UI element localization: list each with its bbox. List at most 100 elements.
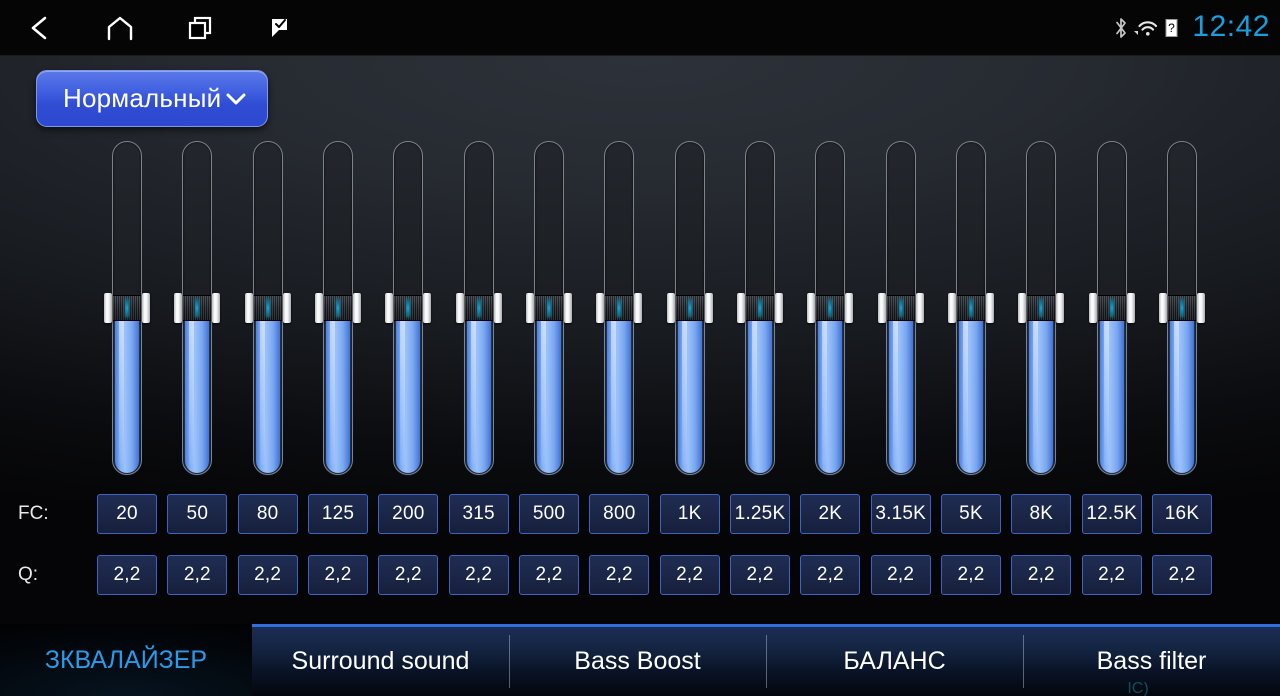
slider-thumb[interactable]: [174, 293, 221, 323]
fc-value-box[interactable]: 1.25K: [730, 494, 790, 534]
slider-thumb[interactable]: [1159, 293, 1205, 323]
slider-thumb-cap-right: [775, 293, 783, 323]
slider-thumb[interactable]: [104, 293, 150, 323]
tab-surround-sound[interactable]: Surround sound: [252, 624, 509, 696]
fc-value-box[interactable]: 12.5K: [1081, 494, 1142, 534]
q-value-box[interactable]: 2,2: [589, 555, 650, 595]
q-value-box[interactable]: 2,2: [448, 555, 509, 595]
band-slider[interactable]: [455, 141, 502, 475]
slider-thumb-cap-right: [564, 293, 572, 323]
fc-value-box[interactable]: 125: [308, 494, 368, 534]
slider-fill: [255, 306, 280, 473]
band-slider[interactable]: [666, 141, 713, 475]
fc-value-box[interactable]: 2K: [800, 494, 861, 534]
fc-value-box[interactable]: 1K: [659, 494, 720, 534]
slider-thumb-grip: [746, 295, 774, 321]
q-value-box[interactable]: 2,2: [519, 555, 579, 595]
tab-bass-filter[interactable]: Bass filter: [1023, 624, 1280, 696]
fc-row: FC: 20 50 80 125 200 315 500 800 1K 1.25K 2K 3.15K 5…: [0, 494, 1280, 534]
q-value-box[interactable]: 2,2: [800, 555, 861, 595]
fc-row-label: FC:: [18, 503, 49, 524]
slider-thumb[interactable]: [948, 293, 994, 323]
preset-dropdown-button[interactable]: Нормальный: [36, 70, 269, 127]
slider-thumb-cap-right: [423, 293, 432, 323]
q-value-box[interactable]: 2,2: [659, 555, 720, 595]
tab-balance[interactable]: БАЛАНС: [766, 624, 1023, 696]
slider-thumb[interactable]: [315, 293, 361, 323]
status-bar: ? 12:42: [0, 0, 1280, 56]
tab-bass-boost[interactable]: Bass Boost: [509, 624, 766, 696]
band-slider[interactable]: [1159, 141, 1205, 475]
q-value-box[interactable]: 2,2: [1152, 555, 1212, 595]
recents-icon[interactable]: [160, 0, 240, 56]
band-slider[interactable]: [244, 141, 291, 475]
slider-thumb[interactable]: [877, 293, 924, 323]
band-slider[interactable]: [315, 141, 361, 475]
tab-label: БАЛАНС: [843, 647, 946, 675]
band-slider[interactable]: [596, 141, 643, 475]
slider-thumb[interactable]: [596, 293, 643, 323]
slider-thumb[interactable]: [455, 293, 502, 323]
fc-value-box[interactable]: 500: [519, 494, 579, 534]
fc-value-box[interactable]: 800: [589, 494, 650, 534]
fc-value-box[interactable]: 16K: [1152, 494, 1212, 534]
fc-value-box[interactable]: 5K: [941, 494, 1001, 534]
q-value-box[interactable]: 2,2: [730, 555, 790, 595]
band-slider[interactable]: [807, 141, 854, 475]
fc-value-box[interactable]: 3.15K: [870, 494, 931, 534]
q-value-box[interactable]: 2,2: [167, 555, 228, 595]
band-slider[interactable]: [104, 141, 150, 475]
fc-value-box[interactable]: 20: [97, 494, 157, 534]
slider-fill: [607, 306, 632, 473]
q-value-box[interactable]: 2,2: [1011, 555, 1072, 595]
q-value-box[interactable]: 2,2: [941, 555, 1001, 595]
tab-label: Bass Boost: [574, 647, 701, 675]
slider-thumb[interactable]: [666, 293, 713, 323]
band-slider[interactable]: [385, 141, 432, 475]
band-slider[interactable]: [948, 141, 994, 475]
band-slider[interactable]: [1088, 141, 1135, 475]
tab-equalizer[interactable]: ЗКВАЛАЙЗЕР: [0, 624, 252, 696]
slider-thumb-cap-left: [737, 293, 745, 323]
q-value-box[interactable]: 2,2: [378, 555, 439, 595]
slider-thumb-grip: [324, 295, 352, 321]
q-value-box[interactable]: 2,2: [870, 555, 931, 595]
fc-value-box[interactable]: 200: [378, 494, 439, 534]
home-icon[interactable]: [80, 0, 160, 56]
q-value-box[interactable]: 2,2: [97, 555, 157, 595]
slider-thumb-cap-left: [1159, 293, 1167, 323]
band-slider-group: [0, 141, 1280, 486]
slider-fill: [115, 306, 139, 473]
slider-thumb[interactable]: [1088, 293, 1135, 323]
band-slider[interactable]: [877, 141, 924, 475]
slider-thumb-grip: [1097, 295, 1126, 321]
back-icon[interactable]: [0, 0, 80, 56]
band-slider[interactable]: [174, 141, 221, 475]
q-value-box[interactable]: 2,2: [1081, 555, 1142, 595]
tab-label: ЗКВАЛАЙЗЕР: [44, 645, 208, 674]
slider-thumb[interactable]: [385, 293, 432, 323]
band-slider[interactable]: [1018, 141, 1065, 475]
fc-value-box[interactable]: 315: [448, 494, 509, 534]
slider-thumb[interactable]: [526, 293, 572, 323]
fc-value-box[interactable]: 80: [237, 494, 298, 534]
slider-fill: [1029, 306, 1054, 473]
band-slider[interactable]: [526, 141, 572, 475]
slider-thumb[interactable]: [807, 293, 854, 323]
slider-thumb[interactable]: [244, 293, 291, 323]
slider-thumb[interactable]: [737, 293, 783, 323]
band-slider[interactable]: [737, 141, 783, 475]
slider-fill: [537, 306, 561, 473]
slider-thumb-cap-left: [315, 293, 323, 323]
q-value-box[interactable]: 2,2: [237, 555, 298, 595]
slider-thumb-cap-left: [174, 293, 183, 323]
q-row-label: Q:: [18, 564, 39, 585]
flag-icon[interactable]: [240, 0, 320, 56]
fc-value-box[interactable]: 8K: [1011, 494, 1072, 534]
preset-selector: Нормальный: [36, 70, 269, 127]
slider-thumb-cap-right: [142, 293, 150, 323]
slider-thumb[interactable]: [1018, 293, 1065, 323]
slider-thumb-cap-right: [493, 293, 502, 323]
fc-value-box[interactable]: 50: [167, 494, 228, 534]
q-value-box[interactable]: 2,2: [308, 555, 368, 595]
